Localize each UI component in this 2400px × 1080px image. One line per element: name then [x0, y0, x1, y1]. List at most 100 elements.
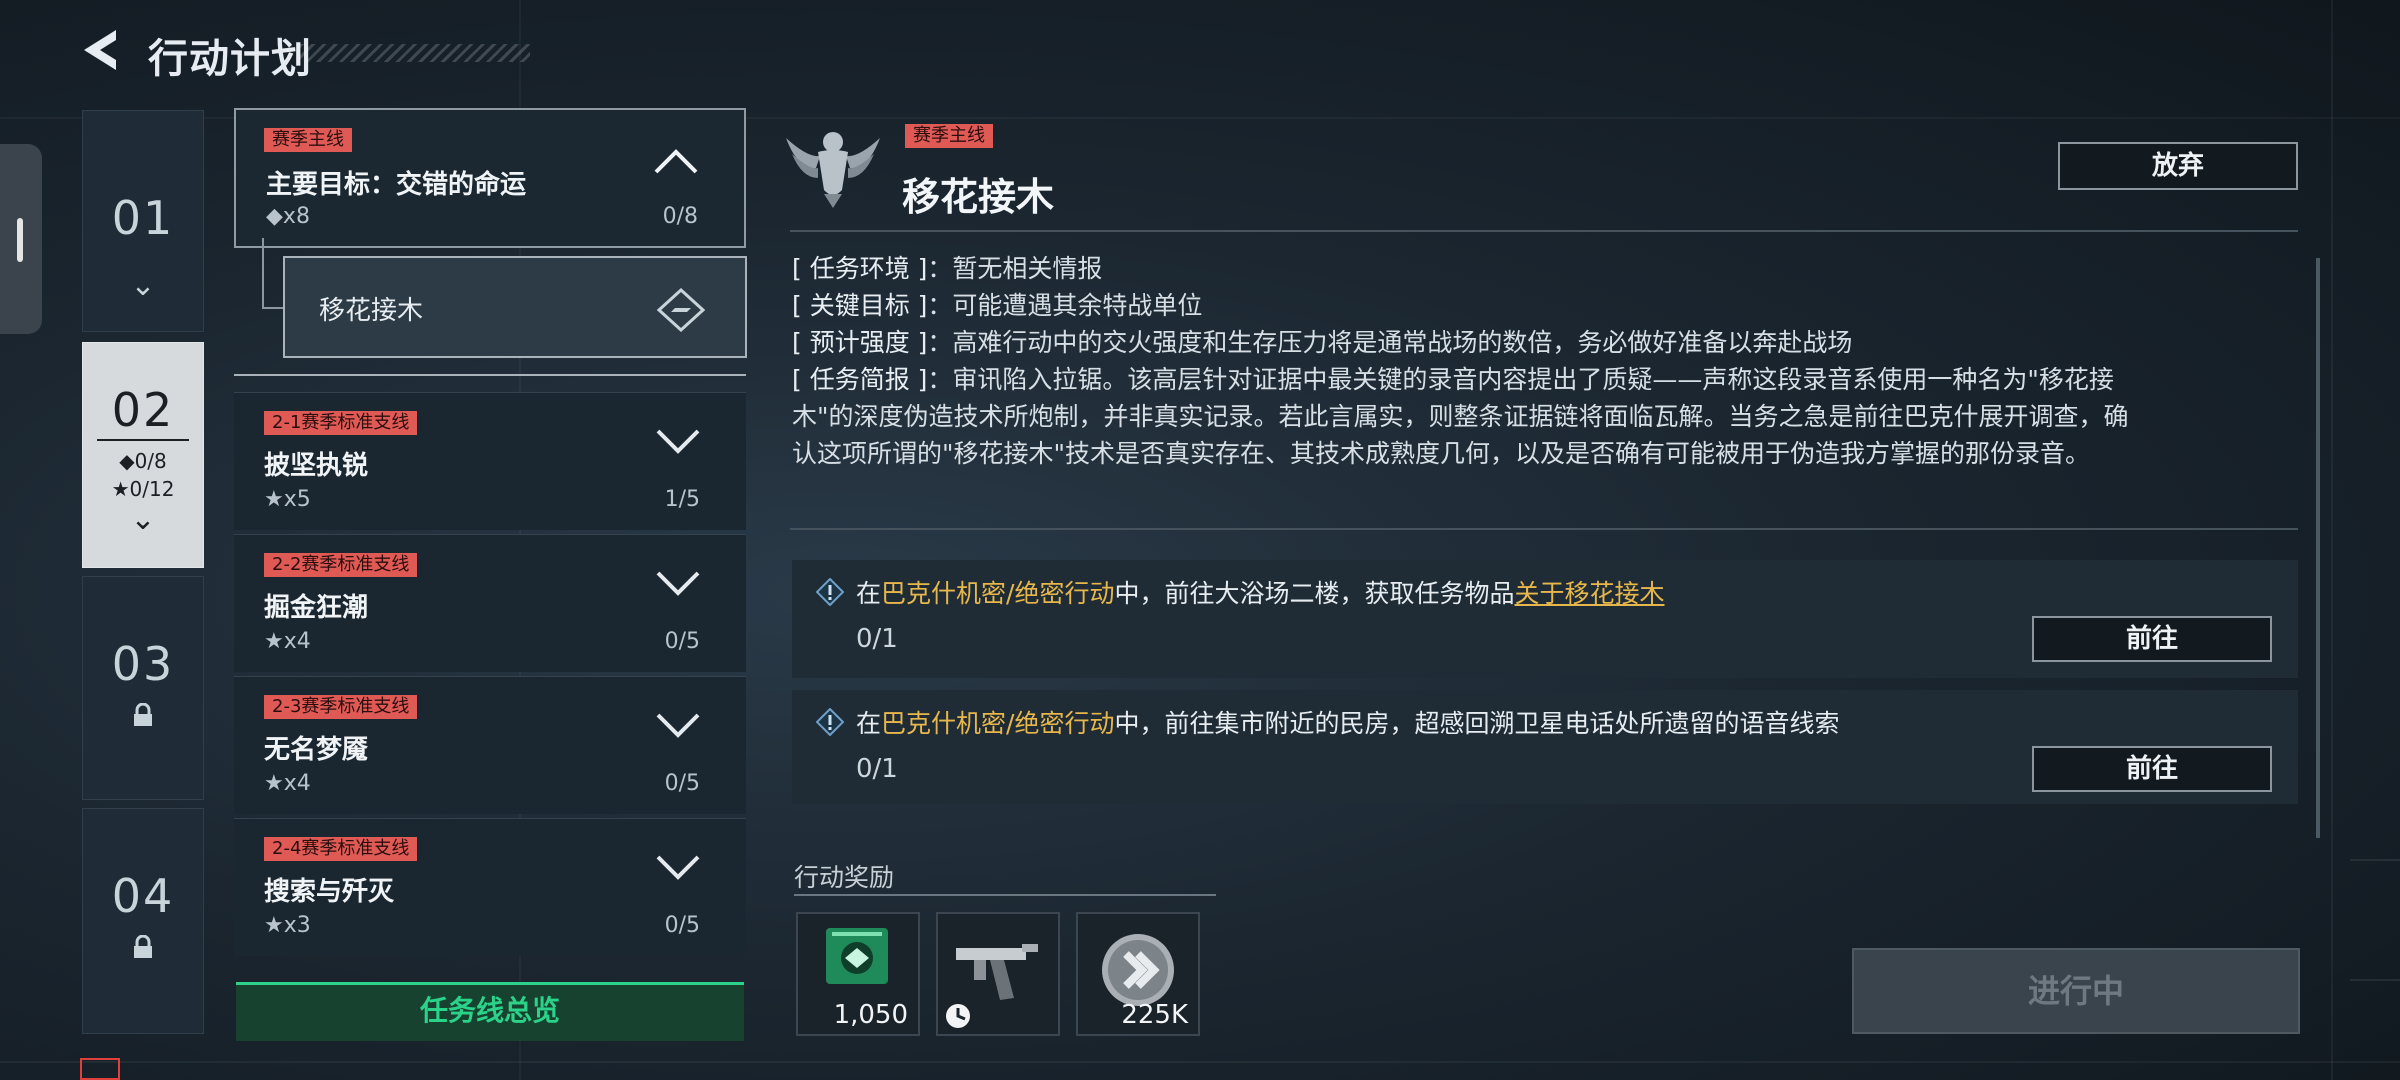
chevron-down-icon	[656, 429, 700, 454]
chevron-down-icon: ⌄	[130, 502, 156, 537]
branch-task-tag: 2-4赛季标准支线	[264, 837, 418, 861]
list-divider	[234, 374, 746, 376]
detail-title: 移花接木	[902, 175, 1055, 219]
chevron-down-icon	[656, 855, 700, 880]
brief-key: [ 任务简报 ]	[792, 365, 928, 394]
brief-text: ：审讯陷入拉锯。该高层针对证据中最关键的录音内容提出了质疑——声称这段录音系使用…	[927, 365, 2114, 394]
abandon-button[interactable]: 放弃	[2058, 142, 2298, 190]
taskline-overview-button[interactable]: 任务线总览	[236, 982, 744, 1041]
chevron-up-icon	[654, 149, 698, 174]
branch-task-card[interactable]: 2-4赛季标准支线 搜索与歼灭 ★x3 0/5	[234, 818, 746, 956]
reward-item[interactable]	[936, 912, 1060, 1036]
drawer-grip-icon	[17, 218, 23, 262]
info-key: [ 预计强度 ]	[792, 328, 928, 357]
tree-line	[262, 238, 264, 308]
chapter-number: 04	[111, 869, 175, 923]
branch-task-name: 披坚执锐	[264, 451, 369, 481]
info-value: ：高难行动中的交火强度和生存压力将是通常战场的数倍，务必做好准备以奔赴战场	[927, 328, 1853, 357]
subtask-item[interactable]: 移花接木	[283, 256, 747, 358]
objective-progress: 0/1	[856, 624, 898, 654]
go-button[interactable]: 前往	[2032, 616, 2272, 662]
chapter-number: 02	[111, 383, 175, 437]
branch-task-tag: 2-2赛季标准支线	[264, 553, 418, 577]
title-decoration	[300, 44, 530, 62]
chapter-tab-01[interactable]: 01 ⌄	[82, 110, 204, 332]
branch-task-name: 无名梦魇	[264, 735, 369, 765]
chevron-down-icon	[656, 571, 700, 596]
branch-task-card[interactable]: 2-3赛季标准支线 无名梦魇 ★x4 0/5	[234, 676, 746, 814]
info-row: [ 预计强度 ]：高难行动中的交火强度和生存压力将是通常战场的数倍，务必做好准备…	[792, 324, 2292, 361]
chevron-down-icon: ⌄	[130, 268, 156, 303]
branch-task-tag: 2-1赛季标准支线	[264, 411, 418, 435]
objective-mid: 中，前往大浴场二楼，获取任务物品	[1114, 579, 1515, 608]
brief-text: 认这项所谓的"移花接木"技术是否真实存在、其技术成熟度几何，以及是否确有可能被用…	[792, 439, 2091, 468]
info-diamond-icon	[816, 578, 844, 606]
branch-task-card[interactable]: 2-1赛季标准支线 披坚执锐 ★x5 1/5	[234, 392, 746, 530]
main-task-count: ◆x8	[266, 204, 310, 229]
chapter-tab-04[interactable]: 04	[82, 808, 204, 1034]
branch-task-progress: 1/5	[664, 487, 700, 512]
chapter-divider	[97, 439, 189, 441]
navigate-diamond-icon	[657, 288, 705, 332]
objective-progress: 0/1	[856, 754, 898, 784]
branch-task-count: ★x5	[264, 487, 311, 512]
objective-item-link[interactable]: 关于移花接木	[1514, 579, 1664, 608]
detail-divider	[790, 230, 2298, 232]
info-key: [ 关键目标 ]	[792, 291, 928, 320]
objective-pre: 在	[856, 709, 882, 738]
rewards-label: 行动奖励	[794, 863, 895, 892]
branch-task-progress: 0/5	[664, 629, 700, 654]
brief-text: 木"的深度伪造技术所炮制，并非真实记录。若此言属实，则整条证据链将面临瓦解。当务…	[792, 402, 2129, 431]
branch-task-progress: 0/5	[664, 913, 700, 938]
chapter-number: 01	[111, 191, 175, 245]
info-block: [ 任务环境 ]：暂无相关情报 [ 关键目标 ]：可能遭遇其余特战单位 [ 预计…	[792, 250, 2292, 472]
branch-task-count: ★x3	[264, 913, 311, 938]
rewards-divider	[794, 894, 1216, 896]
branch-task-tag: 2-3赛季标准支线	[264, 695, 418, 719]
reward-item[interactable]: 1,050	[796, 912, 920, 1036]
go-button[interactable]: 前往	[2032, 746, 2272, 792]
back-arrow-icon	[84, 30, 116, 70]
lock-icon	[134, 703, 152, 726]
main-task-name: 主要目标：交错的命运	[266, 170, 527, 200]
chapter-star-progress: ★0/12	[111, 477, 175, 501]
detail-tag: 赛季主线	[905, 124, 993, 148]
chapter-tab-03[interactable]: 03	[82, 576, 204, 800]
main-task-progress: 0/8	[662, 204, 698, 229]
page-title: 行动计划	[148, 36, 312, 82]
reward-amount: 1,050	[833, 1000, 908, 1030]
status-marker	[80, 1058, 120, 1080]
main-task-tag: 赛季主线	[264, 128, 352, 152]
lock-icon	[134, 935, 152, 958]
eagle-emblem-icon	[786, 132, 880, 208]
objective-mid: 中，前往集市附近的民房，超感回溯卫星电话处所遗留的语音线索	[1114, 709, 1840, 738]
objective-text: 在巴克什机密/绝密行动中，前往大浴场二楼，获取任务物品关于移花接木	[856, 574, 1664, 610]
chapter-tab-02[interactable]: 02 ◆0/8 ★0/12 ⌄	[82, 342, 204, 568]
back-button[interactable]	[78, 24, 126, 76]
branch-task-count: ★x4	[264, 771, 311, 796]
reward-item[interactable]: 225K	[1076, 912, 1200, 1036]
branch-task-card[interactable]: 2-2赛季标准支线 掘金狂潮 ★x4 0/5	[234, 534, 746, 672]
main-task-card[interactable]: 赛季主线 主要目标：交错的命运 ◆x8 0/8	[234, 108, 746, 248]
weapon-blueprint-icon	[946, 944, 1038, 1028]
chapter-number: 03	[111, 637, 175, 691]
info-value: ：暂无相关情报	[927, 254, 1103, 283]
chevron-down-icon	[656, 713, 700, 738]
reward-amount: 225K	[1121, 1000, 1188, 1030]
tree-line	[262, 307, 284, 309]
branch-task-count: ★x4	[264, 629, 311, 654]
chapter-diamond-progress: ◆0/8	[119, 449, 167, 473]
objective-pre: 在	[856, 579, 882, 608]
branch-task-name: 掘金狂潮	[264, 593, 369, 623]
branch-task-progress: 0/5	[664, 771, 700, 796]
info-row: [ 关键目标 ]：可能遭遇其余特战单位	[792, 287, 2292, 324]
objective-text: 在巴克什机密/绝密行动中，前往集市附近的民房，超感回溯卫星电话处所遗留的语音线索	[856, 704, 1839, 740]
detail-scrollbar[interactable]	[2316, 258, 2320, 838]
info-value: ：可能遭遇其余特战单位	[927, 291, 1203, 320]
in-progress-button[interactable]: 进行中	[1852, 948, 2300, 1034]
info-key: [ 任务环境 ]	[792, 254, 928, 283]
info-row: [ 任务环境 ]：暂无相关情报	[792, 250, 2292, 287]
branch-task-name: 搜索与歼灭	[264, 877, 395, 907]
brief-row: [ 任务简报 ]：审讯陷入拉锯。该高层针对证据中最关键的录音内容提出了质疑——声…	[792, 361, 2292, 398]
info-diamond-icon	[816, 708, 844, 736]
